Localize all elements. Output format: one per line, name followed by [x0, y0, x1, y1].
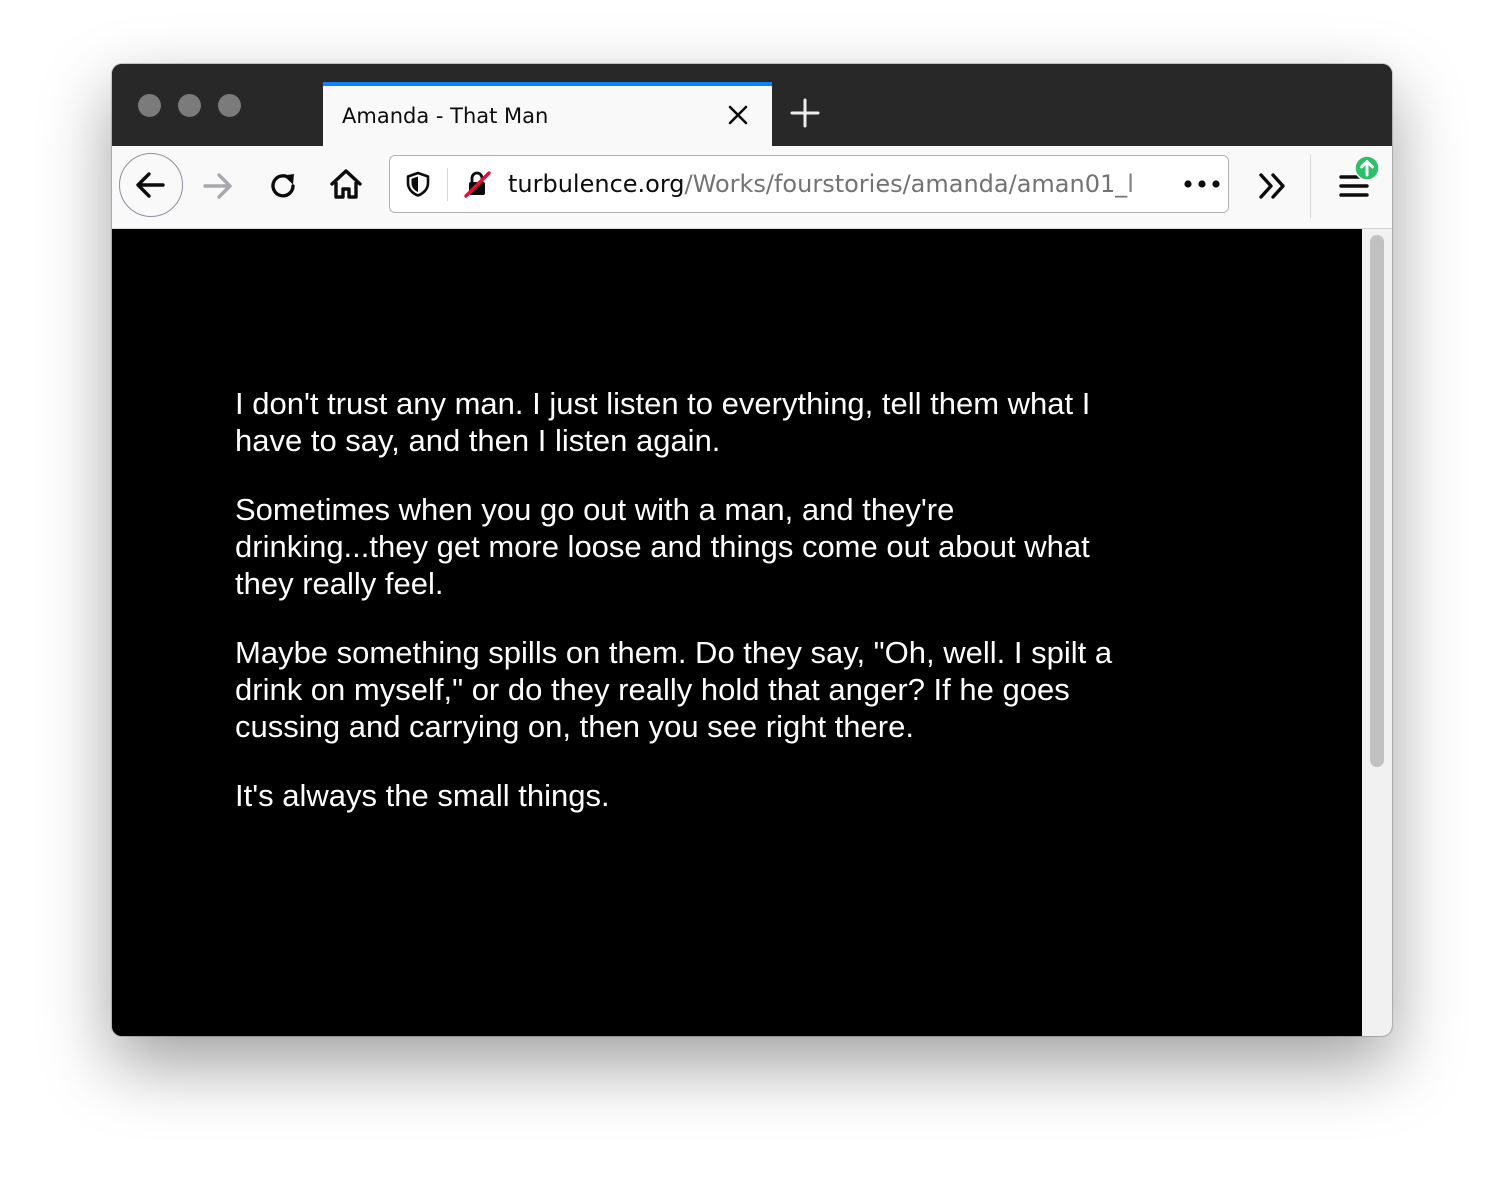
url-bar-divider	[447, 168, 448, 201]
lock-crossed-icon[interactable]	[462, 169, 492, 199]
navigation-toolbar: turbulence.org/Works/fourstories/amanda/…	[112, 146, 1392, 229]
paragraph: Maybe something spills on them. Do they …	[235, 635, 1113, 744]
back-button[interactable]	[119, 153, 183, 217]
paragraph: I don't trust any man. I just listen to …	[235, 386, 1091, 458]
minimize-window-button[interactable]	[178, 94, 201, 117]
arrow-right-icon[interactable]	[199, 168, 235, 204]
tab-active-indicator	[323, 82, 772, 86]
reload-icon[interactable]	[265, 168, 301, 204]
ellipsis-icon[interactable]	[1182, 178, 1222, 190]
title-bar: Amanda - That Man	[112, 64, 1392, 146]
scrollbar-thumb[interactable]	[1370, 235, 1384, 767]
url-text[interactable]: turbulence.org/Works/fourstories/amanda/…	[508, 170, 1172, 198]
tab-active[interactable]: Amanda - That Man	[323, 82, 772, 146]
zoom-window-button[interactable]	[218, 94, 241, 117]
close-window-button[interactable]	[138, 94, 161, 117]
paragraph: Sometimes when you go out with a man, an…	[235, 492, 1090, 601]
page-viewport: I don't trust any man. I just listen to …	[112, 229, 1362, 1036]
update-arrow-icon	[1354, 155, 1380, 181]
url-path: /Works/fourstories/amanda/aman01_l	[684, 170, 1134, 198]
tab-title: Amanda - That Man	[342, 104, 549, 128]
arrow-left-icon	[136, 172, 165, 198]
story-text: I don't trust any man. I just listen to …	[235, 385, 1135, 846]
close-icon[interactable]	[726, 103, 750, 127]
paragraph: It's always the small things.	[235, 778, 610, 813]
home-icon[interactable]	[328, 166, 364, 202]
browser-window: Amanda - That Man turbulence.org/Works/f…	[112, 64, 1392, 1036]
chevron-double-right-icon[interactable]	[1255, 168, 1291, 204]
url-host: turbulence.org	[508, 170, 685, 198]
toolbar-divider	[1310, 154, 1311, 218]
plus-icon[interactable]	[789, 97, 821, 129]
url-bar[interactable]: turbulence.org/Works/fourstories/amanda/…	[389, 155, 1229, 213]
shield-icon[interactable]	[404, 170, 432, 198]
vertical-scrollbar[interactable]	[1362, 229, 1392, 1036]
